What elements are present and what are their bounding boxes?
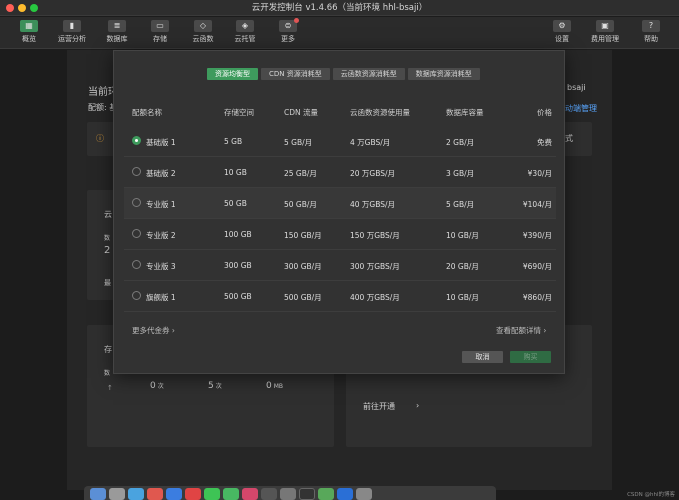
up-arrow-icon: ↑ [107,384,113,392]
warning-icon: ⓘ [96,134,104,143]
app-window: 云开发控制台 v1.4.66（当前环境 hhl-bsaji） ▦ 概览 ▮ 运营分析… [0,0,679,500]
tab-balanced[interactable]: 资源均衡型 [207,68,258,80]
plan-radio[interactable] [132,260,141,269]
plan-radio[interactable] [132,229,141,238]
toolbar-analytics[interactable]: ▮ 运营分析 [49,20,95,44]
plan-row[interactable]: 专业版 3 300 GB 300 GB/月 300 万GBS/月 20 GB/月… [124,250,556,281]
appstore-icon[interactable] [166,488,182,500]
plan-radio[interactable] [132,291,141,300]
calendar-icon[interactable] [185,488,201,500]
stat-value: 0次 [150,381,164,391]
devtools-icon[interactable] [223,488,239,500]
column-header-database: 数据库容量 [446,108,484,117]
toolbar-more[interactable]: ⊜ 更多 [265,18,311,44]
plan-row[interactable]: 专业版 1 50 GB 50 GB/月 40 万GBS/月 5 GB/月 ¥10… [124,188,556,219]
overview-icon: ▦ [20,20,38,32]
terminal-icon[interactable] [299,488,315,500]
notes-icon[interactable] [337,488,353,500]
tab-cloud-function[interactable]: 云函数资源消耗型 [332,68,405,80]
toolbar-settings[interactable]: ⚙ 设置 [539,20,585,44]
zoom-window-button[interactable] [30,4,38,12]
intellij-icon[interactable] [242,488,258,500]
column-header-name: 配额名称 [132,108,162,117]
plan-row[interactable]: 专业版 2 100 GB 150 GB/月 150 万GBS/月 10 GB/月… [124,219,556,250]
plan-row[interactable]: 旗舰版 1 500 GB 500 GB/月 400 万GBS/月 10 GB/月… [124,281,556,312]
toolbar-database[interactable]: ≣ 数据库 [94,20,140,44]
minimize-window-button[interactable] [18,4,26,12]
plan-row[interactable]: 基础版 1 5 GB 5 GB/月 4 万GBS/月 2 GB/月 免费 [124,126,556,157]
toolbar-cloud-hosting[interactable]: ◈ 云托管 [222,20,268,44]
app-icon[interactable] [261,488,277,500]
vscode-icon[interactable] [318,488,334,500]
cancel-button[interactable]: 取消 [462,351,503,363]
card-last: 最 [104,279,111,287]
tab-cdn[interactable]: CDN 资源消耗型 [261,68,330,80]
open-service-link[interactable]: 前往开通 [363,401,395,412]
view-quota-details-link[interactable]: 查看配额详情 › [496,325,546,336]
cloud-hosting-icon: ◈ [236,20,254,32]
analytics-icon: ▮ [63,20,81,32]
card-value: 2 [104,245,111,256]
window-controls [6,4,38,12]
help-icon: ? [642,20,660,32]
storage-icon: ▭ [151,20,169,32]
music-icon[interactable] [280,488,296,500]
quota-plan-modal: 资源均衡型 CDN 资源消耗型 云函数资源消耗型 数据库资源消耗型 配额名称 存… [113,50,565,374]
toolbar: ▦ 概览 ▮ 运营分析 ≣ 数据库 ▭ 存储 ◇ 云函数 ◈ 云托管 ⊜ 更多 ⚙ 设置 ▣ 费用… [0,17,679,49]
billing-icon: ▣ [596,20,614,32]
card-sub: 数 [104,235,111,242]
settings-icon: ⚙ [553,20,571,32]
dock [84,486,496,500]
wechat-icon[interactable] [204,488,220,500]
toolbar-functions[interactable]: ◇ 云函数 [180,20,226,44]
window-title: 云开发控制台 v1.4.66（当前环境 hhl-bsaji） [251,3,428,13]
more-icon: ⊜ [279,18,299,32]
title-bar: 云开发控制台 v1.4.66（当前环境 hhl-bsaji） [0,0,679,16]
column-header-cdn: CDN 流量 [284,108,319,117]
plan-radio[interactable] [132,198,141,207]
card-title: 云 [104,210,112,219]
plan-type-tabs: 资源均衡型 CDN 资源消耗型 云函数资源消耗型 数据库资源消耗型 [207,68,480,80]
toolbar-storage[interactable]: ▭ 存储 [137,20,183,44]
finder-icon[interactable] [90,488,106,500]
toolbar-overview[interactable]: ▦ 概览 [6,20,52,44]
storage-sub: 数 [104,370,111,377]
plan-row[interactable]: 基础版 2 10 GB 25 GB/月 20 万GBS/月 3 GB/月 ¥30… [124,157,556,188]
plan-radio[interactable] [132,136,141,145]
column-header-function: 云函数资源使用量 [350,108,410,117]
column-header-price: 价格 [537,108,552,117]
stat-value: 0 MB [266,381,284,391]
manage-link[interactable]: 动端管理 [565,103,597,114]
close-window-button[interactable] [6,4,14,12]
database-icon: ≣ [108,20,126,32]
env-id: bsaji [567,83,586,92]
chevron-right-icon: › [416,401,420,410]
toolbar-help[interactable]: ? 帮助 [628,20,674,44]
more-vouchers-link[interactable]: 更多代金券 › [132,325,175,336]
confirm-button[interactable]: 购买 [510,351,551,363]
mode-text: 式 [565,134,573,143]
safari-icon[interactable] [128,488,144,500]
stat-value: 5次 [208,381,222,391]
notification-dot [294,18,299,23]
chrome-icon[interactable] [147,488,163,500]
launchpad-icon[interactable] [109,488,125,500]
trash-icon[interactable] [356,488,372,500]
column-header-storage: 存储空间 [224,108,254,117]
plan-radio[interactable] [132,167,141,176]
watermark: CSDN @hhl的博客 [627,492,675,498]
toolbar-billing[interactable]: ▣ 费用管理 [582,20,628,44]
function-icon: ◇ [194,20,212,32]
storage-title: 存 [104,345,112,354]
tab-database[interactable]: 数据库资源消耗型 [407,68,480,80]
